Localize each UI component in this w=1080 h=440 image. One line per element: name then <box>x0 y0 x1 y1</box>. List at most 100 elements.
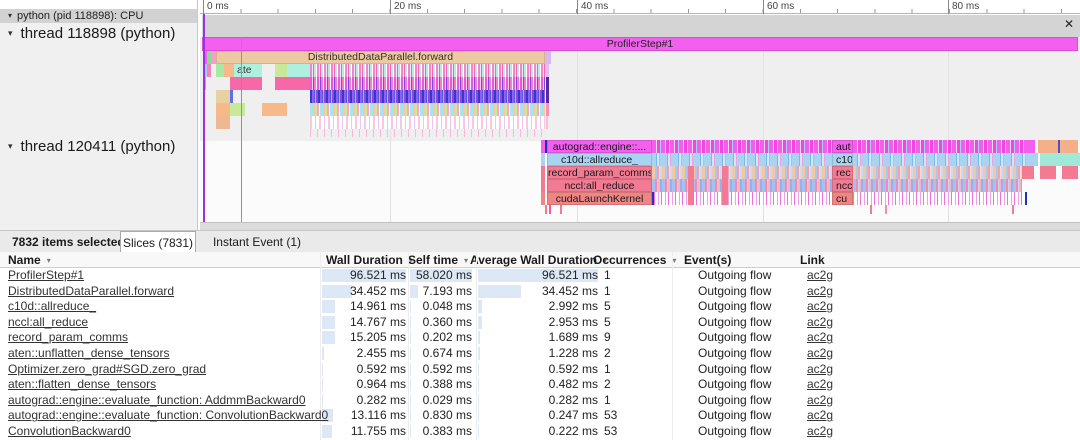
table-row[interactable]: Optimizer.zero_grad#SGD.zero_grad 0.592 … <box>0 362 1080 378</box>
timeline-slice[interactable] <box>546 103 549 116</box>
ac2g-link[interactable]: ac2g <box>807 408 833 424</box>
selection-marker-line[interactable] <box>203 14 205 222</box>
col-events[interactable]: Event(s) <box>684 252 731 268</box>
slice-name-link[interactable]: Optimizer.zero_grad#SGD.zero_grad <box>8 362 206 378</box>
timeline-slice[interactable] <box>541 153 545 166</box>
timeline-slice[interactable] <box>230 90 233 103</box>
timeline-slice[interactable] <box>310 116 545 129</box>
timeline-slice[interactable] <box>652 166 832 179</box>
ac2g-link[interactable]: ac2g <box>807 424 833 440</box>
timeline-slice[interactable] <box>546 116 548 129</box>
timeline-slice[interactable] <box>853 153 1030 166</box>
col-average-wall-duration[interactable]: Average Wall Duration ▾ <box>470 252 607 269</box>
slice-autograd-engine[interactable]: autograd::engine::... <box>547 140 652 153</box>
col-self-time[interactable]: Self time ▾ <box>408 252 468 269</box>
timeline-slice[interactable] <box>275 77 310 90</box>
timeline-slice[interactable] <box>207 64 211 77</box>
table-row[interactable]: nccl:all_reduce 14.767 ms 0.360 ms 2.953… <box>0 315 1080 331</box>
time-ruler[interactable]: 0 ms 20 ms 40 ms 60 ms 80 ms <box>200 0 1080 14</box>
timeline-slice[interactable] <box>1030 153 1038 166</box>
slice-name-link[interactable]: nccl:all_reduce <box>8 315 88 331</box>
sidebar-item-thread-120411[interactable]: ▾ thread 120411 (python) <box>8 138 175 155</box>
timeline-slice[interactable] <box>853 179 1022 192</box>
timeline-slice[interactable] <box>652 140 832 153</box>
ac2g-link[interactable]: ac2g <box>807 377 833 393</box>
col-occurrences[interactable]: Occurrences ▾ <box>593 252 676 269</box>
ac2g-link[interactable]: ac2g <box>807 315 833 331</box>
timeline-slice[interactable] <box>310 103 545 116</box>
slice-c10d-allreduce[interactable]: c10d::allreduce_ <box>547 153 652 166</box>
timeline-slice[interactable] <box>287 64 310 77</box>
ac2g-link[interactable]: ac2g <box>807 299 833 315</box>
timeline-slice[interactable] <box>853 140 1025 153</box>
slice-nccl-all-reduce[interactable]: nccl:all_reduce <box>547 179 652 192</box>
ac2g-link[interactable]: ac2g <box>807 393 833 409</box>
timeline-slice[interactable] <box>216 90 230 103</box>
slice-name-link[interactable]: ConvolutionBackward0 <box>8 424 131 440</box>
timeline-slice[interactable] <box>310 90 545 103</box>
slice-autograd-engine-short[interactable]: aut <box>832 140 853 153</box>
timeline-slice[interactable] <box>216 116 230 129</box>
sidebar-item-thread-118898[interactable]: ▾ thread 118898 (python) <box>8 25 175 42</box>
timeline-slice[interactable] <box>688 166 694 205</box>
timeline-slice[interactable] <box>853 192 1025 205</box>
col-link[interactable]: Link <box>800 252 825 268</box>
col-name[interactable]: Name ▾ <box>8 252 51 269</box>
slice-name-link[interactable]: DistributedDataParallel.forward <box>8 284 174 300</box>
collapse-triangle-icon[interactable]: ▾ <box>8 141 13 151</box>
ac2g-link[interactable]: ac2g <box>807 362 833 378</box>
timeline-slice[interactable] <box>545 140 547 153</box>
timeline-slice[interactable] <box>230 103 245 116</box>
timeline-slice[interactable] <box>310 129 545 137</box>
tab-slices[interactable]: Slices (7831) <box>120 231 196 253</box>
timeline-slice[interactable] <box>216 64 224 77</box>
table-row[interactable]: ProfilerStep#1 96.521 ms 58.020 ms 96.52… <box>0 268 1080 284</box>
timeline-slice[interactable] <box>853 166 1022 179</box>
table-row[interactable]: aten::unflatten_dense_tensors 2.455 ms 0… <box>0 346 1080 362</box>
timeline-slice[interactable] <box>541 192 545 205</box>
table-row[interactable]: aten::flatten_dense_tensors 0.964 ms 0.3… <box>0 377 1080 393</box>
collapse-triangle-icon[interactable]: ▾ <box>8 11 12 20</box>
timeline-slice[interactable] <box>216 103 230 116</box>
timeline-slice[interactable] <box>549 205 551 214</box>
timeline-slice[interactable] <box>211 51 216 64</box>
slice-nccl-short[interactable]: ncc <box>832 179 853 192</box>
ac2g-link[interactable]: ac2g <box>807 284 833 300</box>
timeline-canvas[interactable]: 0 ms 20 ms 40 ms 60 ms 80 ms ✕ ProfilerS… <box>200 0 1080 230</box>
timeline-slice[interactable] <box>275 64 287 77</box>
table-row[interactable]: autograd::engine::evaluate_function: Con… <box>0 408 1080 424</box>
timeline-slice[interactable] <box>870 205 872 214</box>
timeline-slice[interactable] <box>654 192 832 205</box>
timeline-slice[interactable] <box>224 64 234 77</box>
timeline-slice[interactable] <box>541 166 545 179</box>
close-icon[interactable]: ✕ <box>1064 17 1074 31</box>
collapse-triangle-icon[interactable]: ▾ <box>8 28 13 38</box>
slice-name-link[interactable]: aten::unflatten_dense_tensors <box>8 346 169 362</box>
timeline-slice[interactable] <box>230 77 262 90</box>
slice-name-link[interactable]: record_param_comms <box>8 330 128 346</box>
timeline-slice[interactable] <box>885 205 887 214</box>
timeline-slice[interactable] <box>1012 205 1014 214</box>
slice-name-link[interactable]: ProfilerStep#1 <box>8 268 84 284</box>
sort-arrow-icon[interactable]: ▾ <box>464 256 468 265</box>
timeline-slice[interactable] <box>262 103 287 116</box>
table-row[interactable]: ConvolutionBackward0 11.755 ms 0.383 ms … <box>0 424 1080 440</box>
timeline-slice[interactable] <box>652 179 832 192</box>
slice-name-link[interactable]: autograd::engine::evaluate_function: Con… <box>8 408 328 424</box>
table-row[interactable]: record_param_comms 15.205 ms 0.202 ms 1.… <box>0 330 1080 346</box>
slice-profiler-step[interactable]: ProfilerStep#1 <box>202 37 1078 51</box>
ac2g-link[interactable]: ac2g <box>807 268 833 284</box>
slice-name-link[interactable]: autograd::engine::evaluate_function: Add… <box>8 393 306 409</box>
timeline-slice[interactable] <box>546 77 549 103</box>
timeline-slice[interactable] <box>1022 166 1034 179</box>
slice-ddp-forward[interactable]: DistributedDataParallel.forward <box>216 51 545 64</box>
timeline-slice[interactable] <box>722 166 728 205</box>
timeline-slice[interactable] <box>1040 166 1056 179</box>
slice-cuda-short[interactable]: cu <box>832 192 853 205</box>
timeline-slice[interactable] <box>1062 166 1078 179</box>
slice-record-short[interactable]: rec <box>832 166 853 179</box>
timeline-slice[interactable] <box>541 179 545 192</box>
ac2g-link[interactable]: ac2g <box>807 330 833 346</box>
table-row[interactable]: DistributedDataParallel.forward 34.452 m… <box>0 284 1080 300</box>
timeline-slice[interactable] <box>545 51 551 64</box>
